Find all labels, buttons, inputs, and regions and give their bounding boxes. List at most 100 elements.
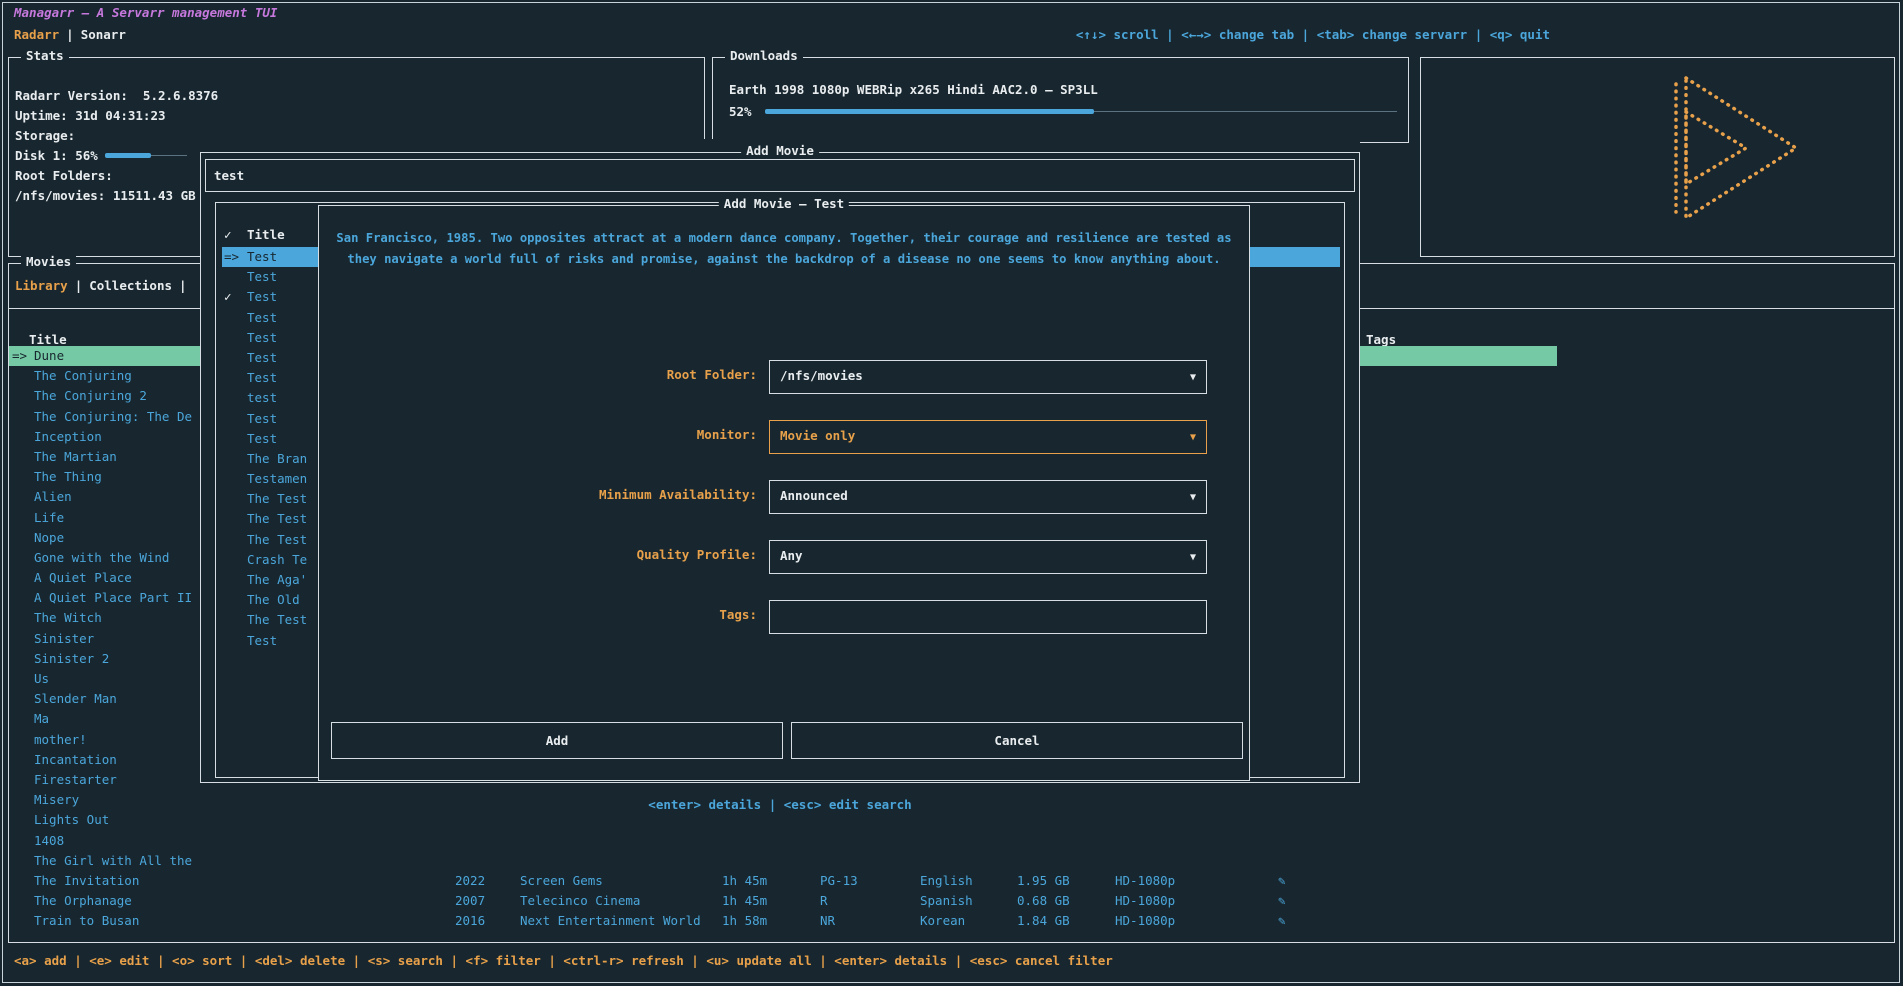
gauge-fill bbox=[105, 153, 151, 158]
movie-overview-text: San Francisco, 1985. Two opposites attra… bbox=[333, 228, 1235, 270]
dropdown-arrow-icon: ▼ bbox=[1190, 492, 1196, 503]
movie-runtime: 1h 45m bbox=[722, 871, 767, 891]
field-input[interactable]: Movie only ▼ bbox=[769, 420, 1207, 454]
field-label: Monitor: bbox=[697, 427, 757, 442]
tab-radarr[interactable]: Radarr bbox=[14, 27, 59, 42]
movie-language: Korean bbox=[920, 911, 965, 931]
result-title: Test bbox=[247, 247, 277, 267]
column-header-title: Title bbox=[247, 225, 285, 245]
movie-row[interactable]: The Invitation 2022 Screen Gems 1h 45m P… bbox=[9, 871, 1557, 891]
result-title: Test bbox=[247, 631, 277, 651]
add-movie-modal-title: Add Movie — Test bbox=[719, 196, 849, 211]
tab-sonarr[interactable]: Sonarr bbox=[81, 27, 126, 42]
field-value: /nfs/movies bbox=[780, 368, 863, 383]
movie-title: Lights Out bbox=[34, 810, 198, 830]
movie-title: mother! bbox=[34, 730, 198, 750]
movie-certification: PG-13 bbox=[820, 871, 858, 891]
movie-year: 2022 bbox=[455, 871, 485, 891]
add-movie-modal: Add Movie — Test San Francisco, 1985. Tw… bbox=[318, 205, 1250, 781]
movie-runtime: 1h 58m bbox=[722, 911, 767, 931]
result-title: Crash Te bbox=[247, 550, 307, 570]
form-field-row: Tags: bbox=[319, 600, 1249, 634]
movie-title: The Conjuring 2 bbox=[34, 386, 198, 406]
movie-studio: Next Entertainment World bbox=[520, 911, 701, 931]
footer-keybinds-help: <a> add | <e> edit | <o> sort | <del> de… bbox=[14, 953, 1113, 968]
form-field-row: Monitor: Movie only ▼ bbox=[319, 420, 1249, 454]
result-title: Test bbox=[247, 308, 277, 328]
movie-title: The Conjuring: The De bbox=[34, 407, 198, 427]
disk-usage-gauge bbox=[105, 146, 187, 166]
radarr-version: Radarr Version: 5.2.6.8376 bbox=[15, 86, 218, 106]
logo-panel bbox=[1420, 57, 1895, 257]
result-title: Test bbox=[247, 328, 277, 348]
result-title: The Bran bbox=[247, 449, 307, 469]
result-title: Test bbox=[247, 368, 277, 388]
result-title: Test bbox=[247, 409, 277, 429]
disk-usage-label: Disk 1: 56% bbox=[15, 146, 98, 166]
tab-collections[interactable]: Collections bbox=[89, 278, 172, 293]
movie-title: Dune bbox=[34, 346, 198, 366]
result-prefix: ✓ bbox=[224, 287, 232, 307]
movie-size: 1.84 GB bbox=[1017, 911, 1070, 931]
movie-row[interactable]: Train to Busan 2016 Next Entertainment W… bbox=[9, 911, 1557, 931]
movie-title: Sinister bbox=[34, 629, 198, 649]
movie-quality-profile: HD-1080p bbox=[1115, 891, 1175, 911]
add-movie-popup-title: Add Movie bbox=[741, 143, 819, 158]
root-folder-value: /nfs/movies: 11511.43 GB bbox=[15, 186, 196, 206]
monitored-icon: ✎ bbox=[1278, 871, 1286, 891]
movie-title: The Invitation bbox=[34, 871, 198, 891]
movie-title: Gone with the Wind bbox=[34, 548, 198, 568]
movie-row[interactable]: The Orphanage 2007 Telecinco Cinema 1h 4… bbox=[9, 891, 1557, 911]
field-input[interactable]: Any ▼ bbox=[769, 540, 1207, 574]
add-button[interactable]: Add bbox=[331, 722, 783, 759]
uptime: Uptime: 31d 04:31:23 bbox=[15, 106, 166, 126]
movie-year: 2016 bbox=[455, 911, 485, 931]
field-value: Any bbox=[780, 548, 803, 563]
movie-language: Spanish bbox=[920, 891, 973, 911]
tab-library[interactable]: Library bbox=[15, 278, 68, 293]
result-title: The Aga' bbox=[247, 570, 307, 590]
movie-title: Ma bbox=[34, 709, 198, 729]
movie-studio: Telecinco Cinema bbox=[520, 891, 640, 911]
movie-runtime: 1h 45m bbox=[722, 891, 767, 911]
gauge-fill bbox=[765, 109, 1094, 114]
result-title: Test bbox=[247, 429, 277, 449]
popup-keybinds-help: <enter> details | <esc> edit search bbox=[200, 797, 1360, 812]
movie-title: A Quiet Place bbox=[34, 568, 198, 588]
downloads-panel: Downloads Earth 1998 1080p WEBRip x265 H… bbox=[712, 57, 1409, 143]
cancel-button[interactable]: Cancel bbox=[791, 722, 1243, 759]
movie-title: Firestarter bbox=[34, 770, 198, 790]
movie-title: The Conjuring bbox=[34, 366, 198, 386]
movie-title: Alien bbox=[34, 487, 198, 507]
movie-title: The Girl with All the bbox=[34, 851, 198, 871]
form-field-row: Root Folder: /nfs/movies ▼ bbox=[319, 360, 1249, 394]
column-header-monitored-check: ✓ bbox=[224, 225, 232, 245]
field-label: Tags: bbox=[719, 607, 757, 622]
movie-quality-profile: HD-1080p bbox=[1115, 871, 1175, 891]
form-field-row: Quality Profile: Any ▼ bbox=[319, 540, 1249, 574]
movie-size: 0.68 GB bbox=[1017, 891, 1070, 911]
result-title: The Test bbox=[247, 489, 307, 509]
movie-search-box bbox=[205, 159, 1355, 192]
field-input[interactable]: /nfs/movies ▼ bbox=[769, 360, 1207, 394]
movie-certification: NR bbox=[820, 911, 835, 931]
movie-title: The Orphanage bbox=[34, 891, 198, 911]
downloads-panel-title: Downloads bbox=[725, 48, 803, 63]
movie-language: English bbox=[920, 871, 973, 891]
managarr-play-logo-icon bbox=[1646, 70, 1816, 226]
movie-quality-profile: HD-1080p bbox=[1115, 911, 1175, 931]
monitored-icon: ✎ bbox=[1278, 891, 1286, 911]
movie-title: Train to Busan bbox=[34, 911, 198, 931]
field-input[interactable] bbox=[769, 600, 1207, 634]
download-percent-label: 52% bbox=[729, 102, 752, 122]
field-value: Announced bbox=[780, 488, 848, 503]
movie-title: Inception bbox=[34, 427, 198, 447]
movie-title: Slender Man bbox=[34, 689, 198, 709]
movie-title: Nope bbox=[34, 528, 198, 548]
result-title: The Test bbox=[247, 530, 307, 550]
servarr-tabs: Radarr|Sonarr bbox=[14, 27, 126, 42]
movie-title: Life bbox=[34, 508, 198, 528]
field-label: Root Folder: bbox=[667, 367, 757, 382]
field-input[interactable]: Announced ▼ bbox=[769, 480, 1207, 514]
movie-search-input[interactable] bbox=[214, 160, 1334, 191]
